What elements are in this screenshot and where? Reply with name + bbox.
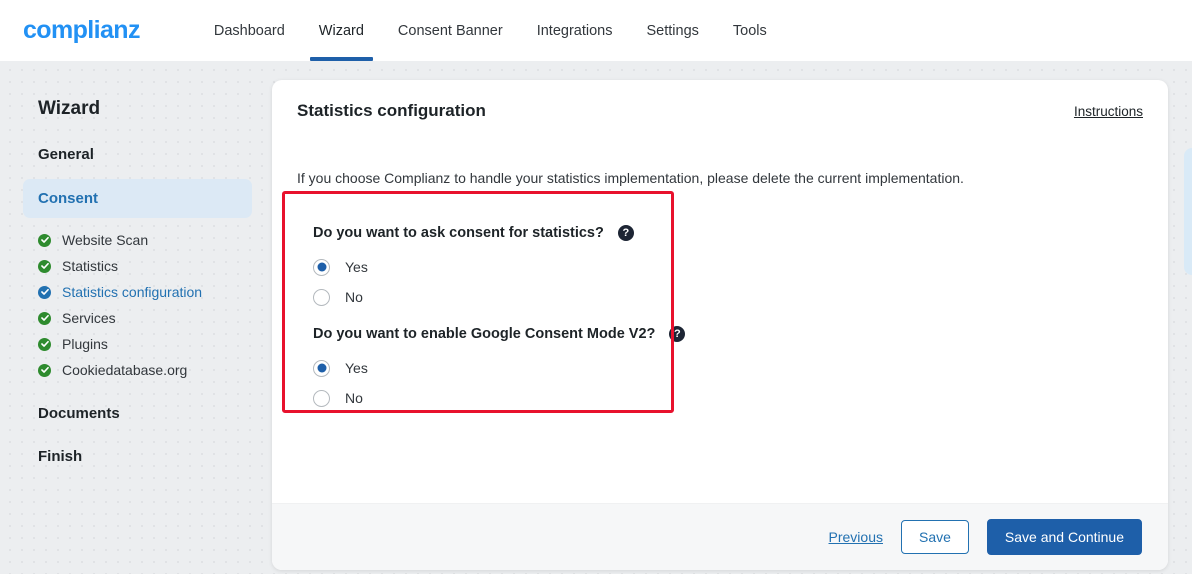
offscreen-side-panel: [1184, 148, 1192, 275]
check-circle-icon: [38, 363, 51, 377]
nav-item-wizard[interactable]: Wizard: [302, 0, 381, 61]
radio-consent-mode-yes[interactable]: Yes: [313, 353, 1125, 383]
radio-button-icon[interactable]: [313, 258, 330, 276]
sidebar-item-plugins[interactable]: Plugins: [23, 331, 252, 357]
sidebar-sub-list: Website Scan Statistics Statistics confi…: [23, 227, 252, 383]
sidebar-item-website-scan[interactable]: Website Scan: [23, 227, 252, 253]
sidebar-item-consent[interactable]: Consent: [23, 179, 252, 218]
statistics-configuration-card: Statistics configuration Instructions If…: [272, 80, 1168, 570]
complianz-logo: complianz: [23, 16, 140, 44]
sidebar-item-finish[interactable]: Finish: [23, 448, 252, 465]
check-circle-icon: [38, 285, 51, 299]
sidebar-item-services[interactable]: Services: [23, 305, 252, 331]
help-icon[interactable]: ?: [669, 326, 686, 342]
sidebar-sub-label: Website Scan: [62, 232, 149, 248]
save-button[interactable]: Save: [900, 520, 969, 554]
radio-statistics-yes[interactable]: Yes: [313, 252, 1125, 282]
nav-item-dashboard[interactable]: Dashboard: [197, 0, 302, 61]
radio-statistics-no[interactable]: No: [313, 282, 1125, 312]
page-title: Statistics configuration: [297, 101, 486, 120]
wizard-sidebar: Wizard General Consent Website Scan Stat…: [23, 98, 252, 481]
nav-item-consent-banner[interactable]: Consent Banner: [381, 0, 520, 61]
top-navigation-bar: complianz Dashboard Wizard Consent Banne…: [0, 0, 1192, 61]
question-label: Do you want to enable Google Consent Mod…: [313, 326, 656, 342]
consent-form: Do you want to ask consent for statistic…: [297, 203, 1143, 435]
check-circle-icon: [38, 311, 51, 325]
question-label: Do you want to ask consent for statistic…: [313, 225, 604, 241]
sidebar-sub-label: Cookiedatabase.org: [62, 362, 188, 378]
save-and-continue-button[interactable]: Save and Continue: [986, 519, 1142, 555]
sidebar-sub-label: Statistics: [62, 258, 119, 274]
sidebar-item-cookiedatabase[interactable]: Cookiedatabase.org: [23, 357, 252, 383]
sidebar-sub-label: Statistics configuration: [62, 284, 203, 300]
check-circle-icon: [38, 337, 51, 351]
card-body: If you choose Complianz to handle your s…: [272, 142, 1168, 503]
sidebar-title: Wizard: [38, 98, 101, 119]
sidebar-item-general[interactable]: General: [23, 146, 252, 163]
radio-button-icon[interactable]: [313, 389, 330, 407]
main-nav: Dashboard Wizard Consent Banner Integrat…: [197, 0, 784, 61]
previous-button[interactable]: Previous: [829, 529, 883, 545]
radio-label: No: [345, 289, 363, 305]
card-footer: Previous Save Save and Continue: [272, 503, 1168, 570]
sidebar-sub-label: Plugins: [62, 336, 108, 352]
radio-label: No: [345, 390, 363, 406]
question-google-consent-mode-v2: Do you want to enable Google Consent Mod…: [313, 326, 1125, 342]
intro-description: If you choose Complianz to handle your s…: [297, 170, 964, 186]
question-ask-consent-statistics: Do you want to ask consent for statistic…: [313, 225, 1125, 241]
help-icon[interactable]: ?: [617, 225, 634, 241]
nav-item-tools[interactable]: Tools: [716, 0, 784, 61]
radio-consent-mode-no[interactable]: No: [313, 383, 1125, 413]
check-circle-icon: [38, 259, 51, 273]
check-circle-icon: [38, 233, 51, 247]
radio-button-icon[interactable]: [313, 359, 330, 377]
sidebar-item-statistics-configuration[interactable]: Statistics configuration: [23, 279, 252, 305]
nav-item-integrations[interactable]: Integrations: [520, 0, 630, 61]
sidebar-item-documents[interactable]: Documents: [23, 405, 252, 422]
sidebar-sub-label: Services: [62, 310, 116, 326]
sidebar-item-statistics[interactable]: Statistics: [23, 253, 252, 279]
card-header: Statistics configuration Instructions: [272, 80, 1168, 142]
form-spacer: [313, 312, 1125, 326]
radio-label: Yes: [345, 360, 368, 376]
instructions-link[interactable]: Instructions: [1074, 104, 1143, 119]
radio-button-icon[interactable]: [313, 288, 330, 306]
nav-item-settings[interactable]: Settings: [629, 0, 715, 61]
radio-label: Yes: [345, 259, 368, 275]
